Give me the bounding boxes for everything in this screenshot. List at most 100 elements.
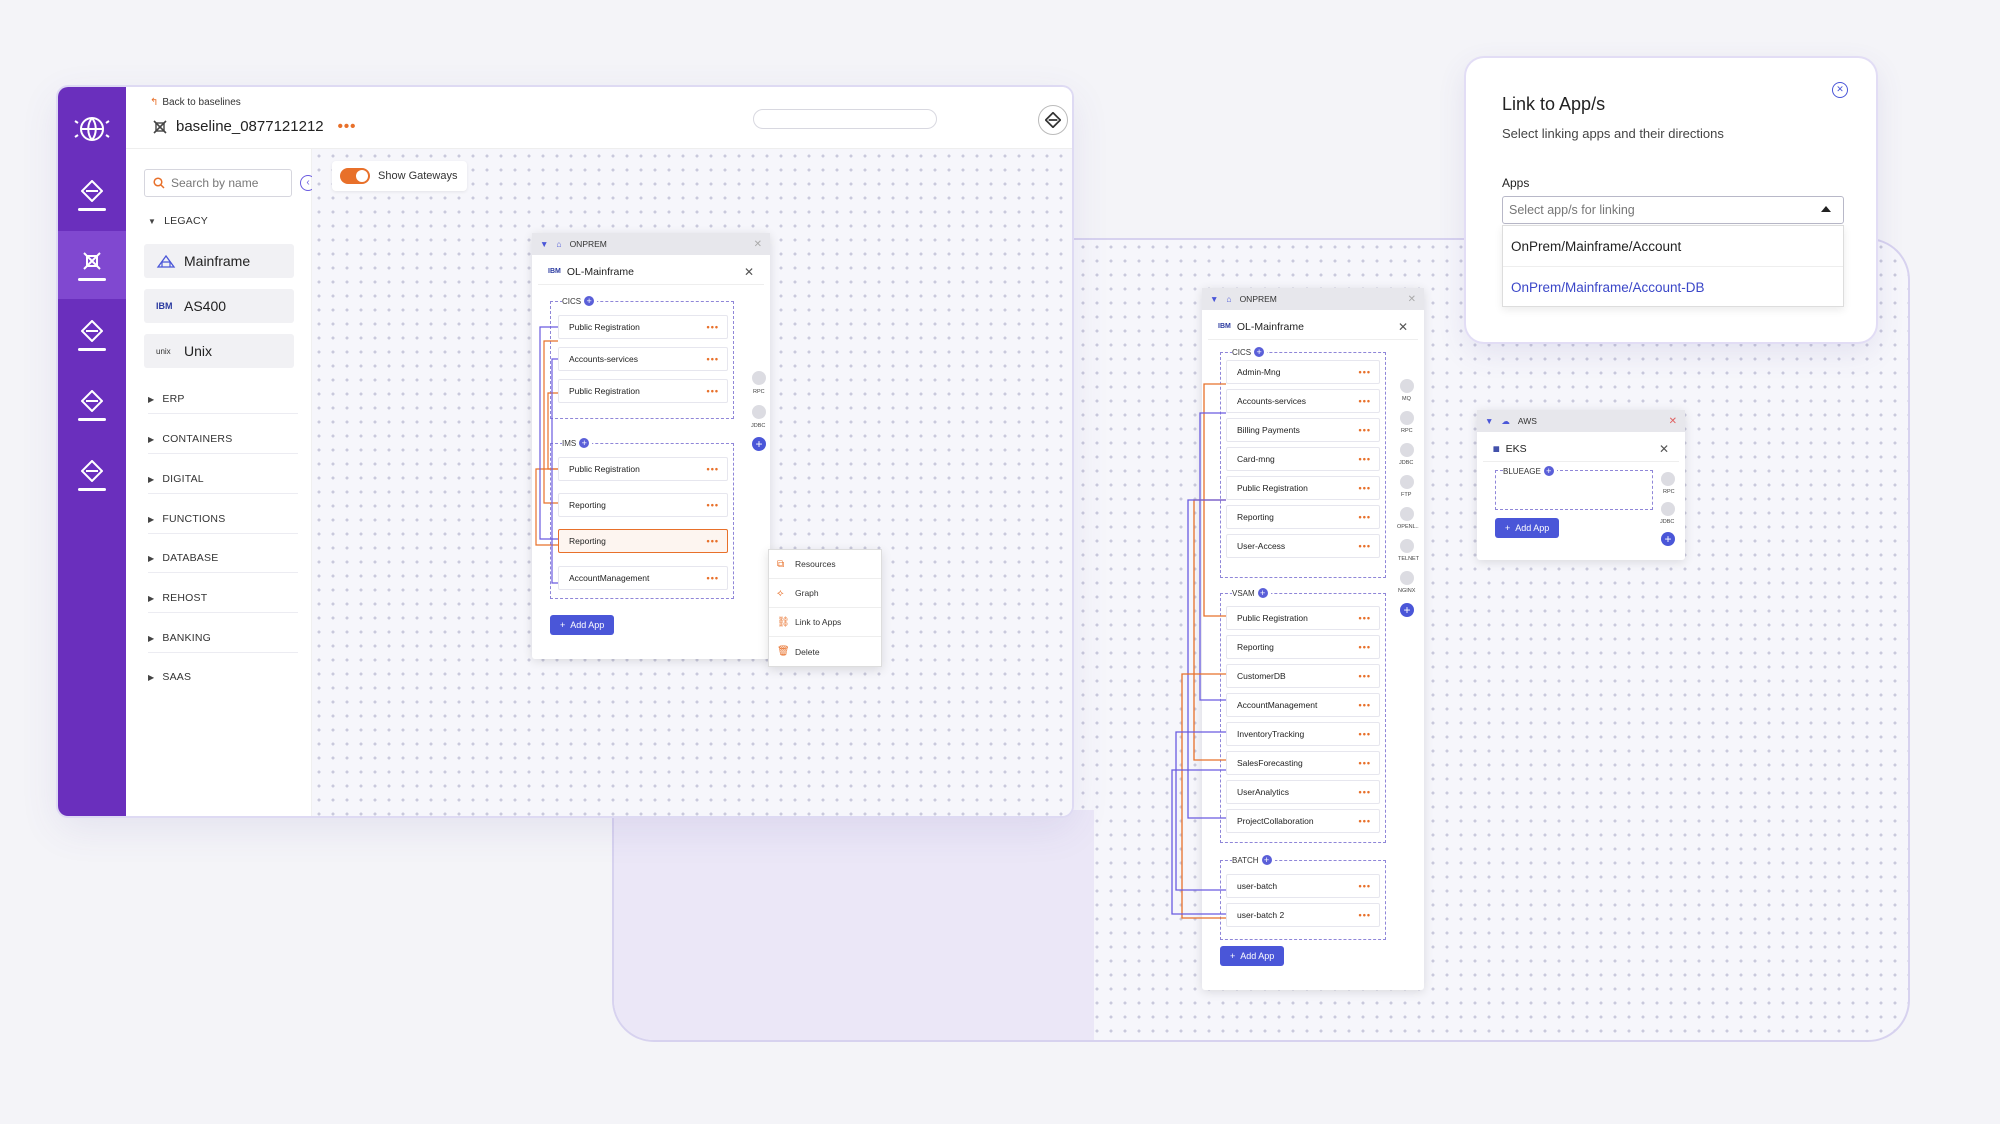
app-item[interactable]: ProjectCollaboration •••	[1226, 809, 1380, 833]
app-item-selected[interactable]: Reporting •••	[558, 529, 728, 553]
add-icon[interactable]: +	[1254, 347, 1265, 357]
app-menu-button[interactable]: •••	[1359, 910, 1371, 920]
add-app-button[interactable]: + Add App	[1495, 518, 1560, 538]
app-menu-button[interactable]: •••	[1359, 454, 1371, 464]
app-menu-button[interactable]: •••	[1359, 787, 1371, 797]
add-icon[interactable]: +	[1257, 588, 1268, 598]
app-menu-button[interactable]: •••	[1359, 367, 1371, 377]
close-icon[interactable]: ✕	[754, 239, 762, 250]
add-icon[interactable]: +	[584, 296, 595, 306]
gateway-jdbc[interactable]	[1400, 443, 1414, 457]
app-menu-button[interactable]: •••	[707, 573, 719, 583]
rail-item-5[interactable]	[58, 441, 126, 509]
add-gateway-button[interactable]: +	[1661, 532, 1675, 546]
app-menu-button[interactable]: •••	[1359, 396, 1371, 406]
app-item[interactable]: Reporting •••	[1226, 505, 1380, 529]
app-menu-button[interactable]: •••	[1359, 642, 1371, 652]
app-item[interactable]: User-Access •••	[1226, 534, 1380, 558]
app-menu-button[interactable]: •••	[1359, 541, 1371, 551]
diagram-canvas[interactable]: Show Gateways ▼ ⌂ ONPREM ✕ IBM OL-Mainfr…	[312, 149, 1072, 816]
app-item[interactable]: Accounts-services •••	[558, 347, 728, 371]
app-item[interactable]: CustomerDB •••	[1226, 664, 1380, 688]
app-item[interactable]: Public Registration •••	[1226, 606, 1380, 630]
gateway-ftp[interactable]	[1400, 475, 1414, 489]
add-gateway-button[interactable]: +	[752, 437, 766, 451]
app-item[interactable]: UserAnalytics •••	[1226, 780, 1380, 804]
category-database[interactable]: ▶ DATABASE	[148, 552, 218, 564]
gateway-rpc[interactable]	[752, 371, 766, 385]
header-search-bar[interactable]	[753, 109, 937, 129]
app-item[interactable]: AccountManagement •••	[1226, 693, 1380, 717]
menu-item-graph[interactable]: ⟡ Graph	[769, 579, 881, 608]
catalog-item-mainframe[interactable]: Mainframe	[144, 244, 294, 278]
app-menu-button[interactable]: •••	[707, 500, 719, 510]
gateway-nginx[interactable]	[1400, 571, 1414, 585]
category-containers[interactable]: ▶ CONTAINERS	[148, 433, 232, 445]
app-item[interactable]: Card-mng •••	[1226, 447, 1380, 471]
app-menu-button[interactable]: •••	[1359, 483, 1371, 493]
app-menu-button[interactable]: •••	[1359, 729, 1371, 739]
close-icon[interactable]: ✕	[1408, 294, 1416, 305]
category-banking[interactable]: ▶ BANKING	[148, 632, 211, 644]
add-icon[interactable]: +	[579, 438, 590, 448]
catalog-item-unix[interactable]: UNIX Unix	[144, 334, 294, 368]
show-gateways-toggle[interactable]: Show Gateways	[332, 161, 468, 191]
add-icon[interactable]: +	[1543, 466, 1554, 476]
add-app-button[interactable]: + Add App	[1220, 946, 1285, 966]
category-saas[interactable]: ▶ SAAS	[148, 671, 191, 683]
app-item[interactable]: Public Registration •••	[1226, 476, 1380, 500]
app-menu-button[interactable]: •••	[707, 354, 719, 364]
app-item[interactable]: InventoryTracking •••	[1226, 722, 1380, 746]
close-icon[interactable]: ✕	[1669, 416, 1677, 427]
add-gateway-button[interactable]: +	[1400, 603, 1414, 617]
category-rehost[interactable]: ▶ REHOST	[148, 592, 207, 604]
toggle-switch[interactable]	[340, 168, 370, 184]
apps-select[interactable]: Select app/s for linking	[1502, 196, 1844, 224]
app-menu-button[interactable]: •••	[1359, 881, 1371, 891]
dropdown-option-highlighted[interactable]: OnPrem/Mainframe/Account-DB	[1503, 267, 1843, 308]
rail-item-apps[interactable]	[58, 161, 126, 229]
close-icon[interactable]: ✕	[1832, 82, 1848, 98]
rail-item-3[interactable]	[58, 301, 126, 369]
app-menu-button[interactable]: •••	[707, 464, 719, 474]
globe-logo-icon[interactable]	[72, 109, 112, 149]
app-menu-button[interactable]: •••	[707, 536, 719, 546]
gateway-openl[interactable]	[1400, 507, 1414, 521]
close-icon[interactable]: ✕	[744, 265, 754, 279]
app-item[interactable]: AccountManagement •••	[558, 566, 728, 590]
header-action-1-button[interactable]	[1038, 105, 1068, 135]
gateway-telnet[interactable]	[1400, 539, 1414, 553]
add-app-button[interactable]: + Add App	[550, 615, 615, 635]
app-item[interactable]: Public Registration •••	[558, 315, 728, 339]
close-icon[interactable]: ✕	[1398, 320, 1408, 334]
menu-item-resources[interactable]: ⧉ Resources	[769, 550, 881, 579]
category-legacy[interactable]: ▼ LEGACY	[148, 215, 208, 227]
category-functions[interactable]: ▶ FUNCTIONS	[148, 513, 225, 525]
app-item[interactable]: Public Registration •••	[558, 379, 728, 403]
caret-down-icon[interactable]: ▼	[1210, 294, 1218, 304]
app-menu-button[interactable]: •••	[707, 322, 719, 332]
app-item[interactable]: Accounts-services •••	[1226, 389, 1380, 413]
app-menu-button[interactable]: •••	[1359, 425, 1371, 435]
close-icon[interactable]: ✕	[1659, 442, 1669, 456]
gateway-mq[interactable]	[1400, 379, 1414, 393]
menu-item-delete[interactable]: 🗑 Delete	[769, 637, 881, 666]
gateway-rpc[interactable]	[1400, 411, 1414, 425]
catalog-item-as400[interactable]: IBM AS400	[144, 289, 294, 323]
app-item[interactable]: Reporting •••	[558, 493, 728, 517]
app-item[interactable]: Billing Payments •••	[1226, 418, 1380, 442]
add-icon[interactable]: +	[1261, 855, 1272, 865]
app-menu-button[interactable]: •••	[1359, 671, 1371, 681]
more-options-button[interactable]: •••	[338, 118, 357, 135]
category-erp[interactable]: ▶ ERP	[148, 393, 185, 405]
rail-item-baselines[interactable]	[58, 231, 126, 299]
app-menu-button[interactable]: •••	[1359, 613, 1371, 623]
app-menu-button[interactable]: •••	[1359, 700, 1371, 710]
app-item[interactable]: SalesForecasting •••	[1226, 751, 1380, 775]
rail-item-4[interactable]	[58, 371, 126, 439]
gateway-rpc[interactable]	[1661, 472, 1675, 486]
category-digital[interactable]: ▶ DIGITAL	[148, 473, 204, 485]
app-menu-button[interactable]: •••	[1359, 816, 1371, 826]
dropdown-option[interactable]: OnPrem/Mainframe/Account	[1503, 226, 1843, 267]
caret-down-icon[interactable]: ▼	[1485, 416, 1493, 426]
